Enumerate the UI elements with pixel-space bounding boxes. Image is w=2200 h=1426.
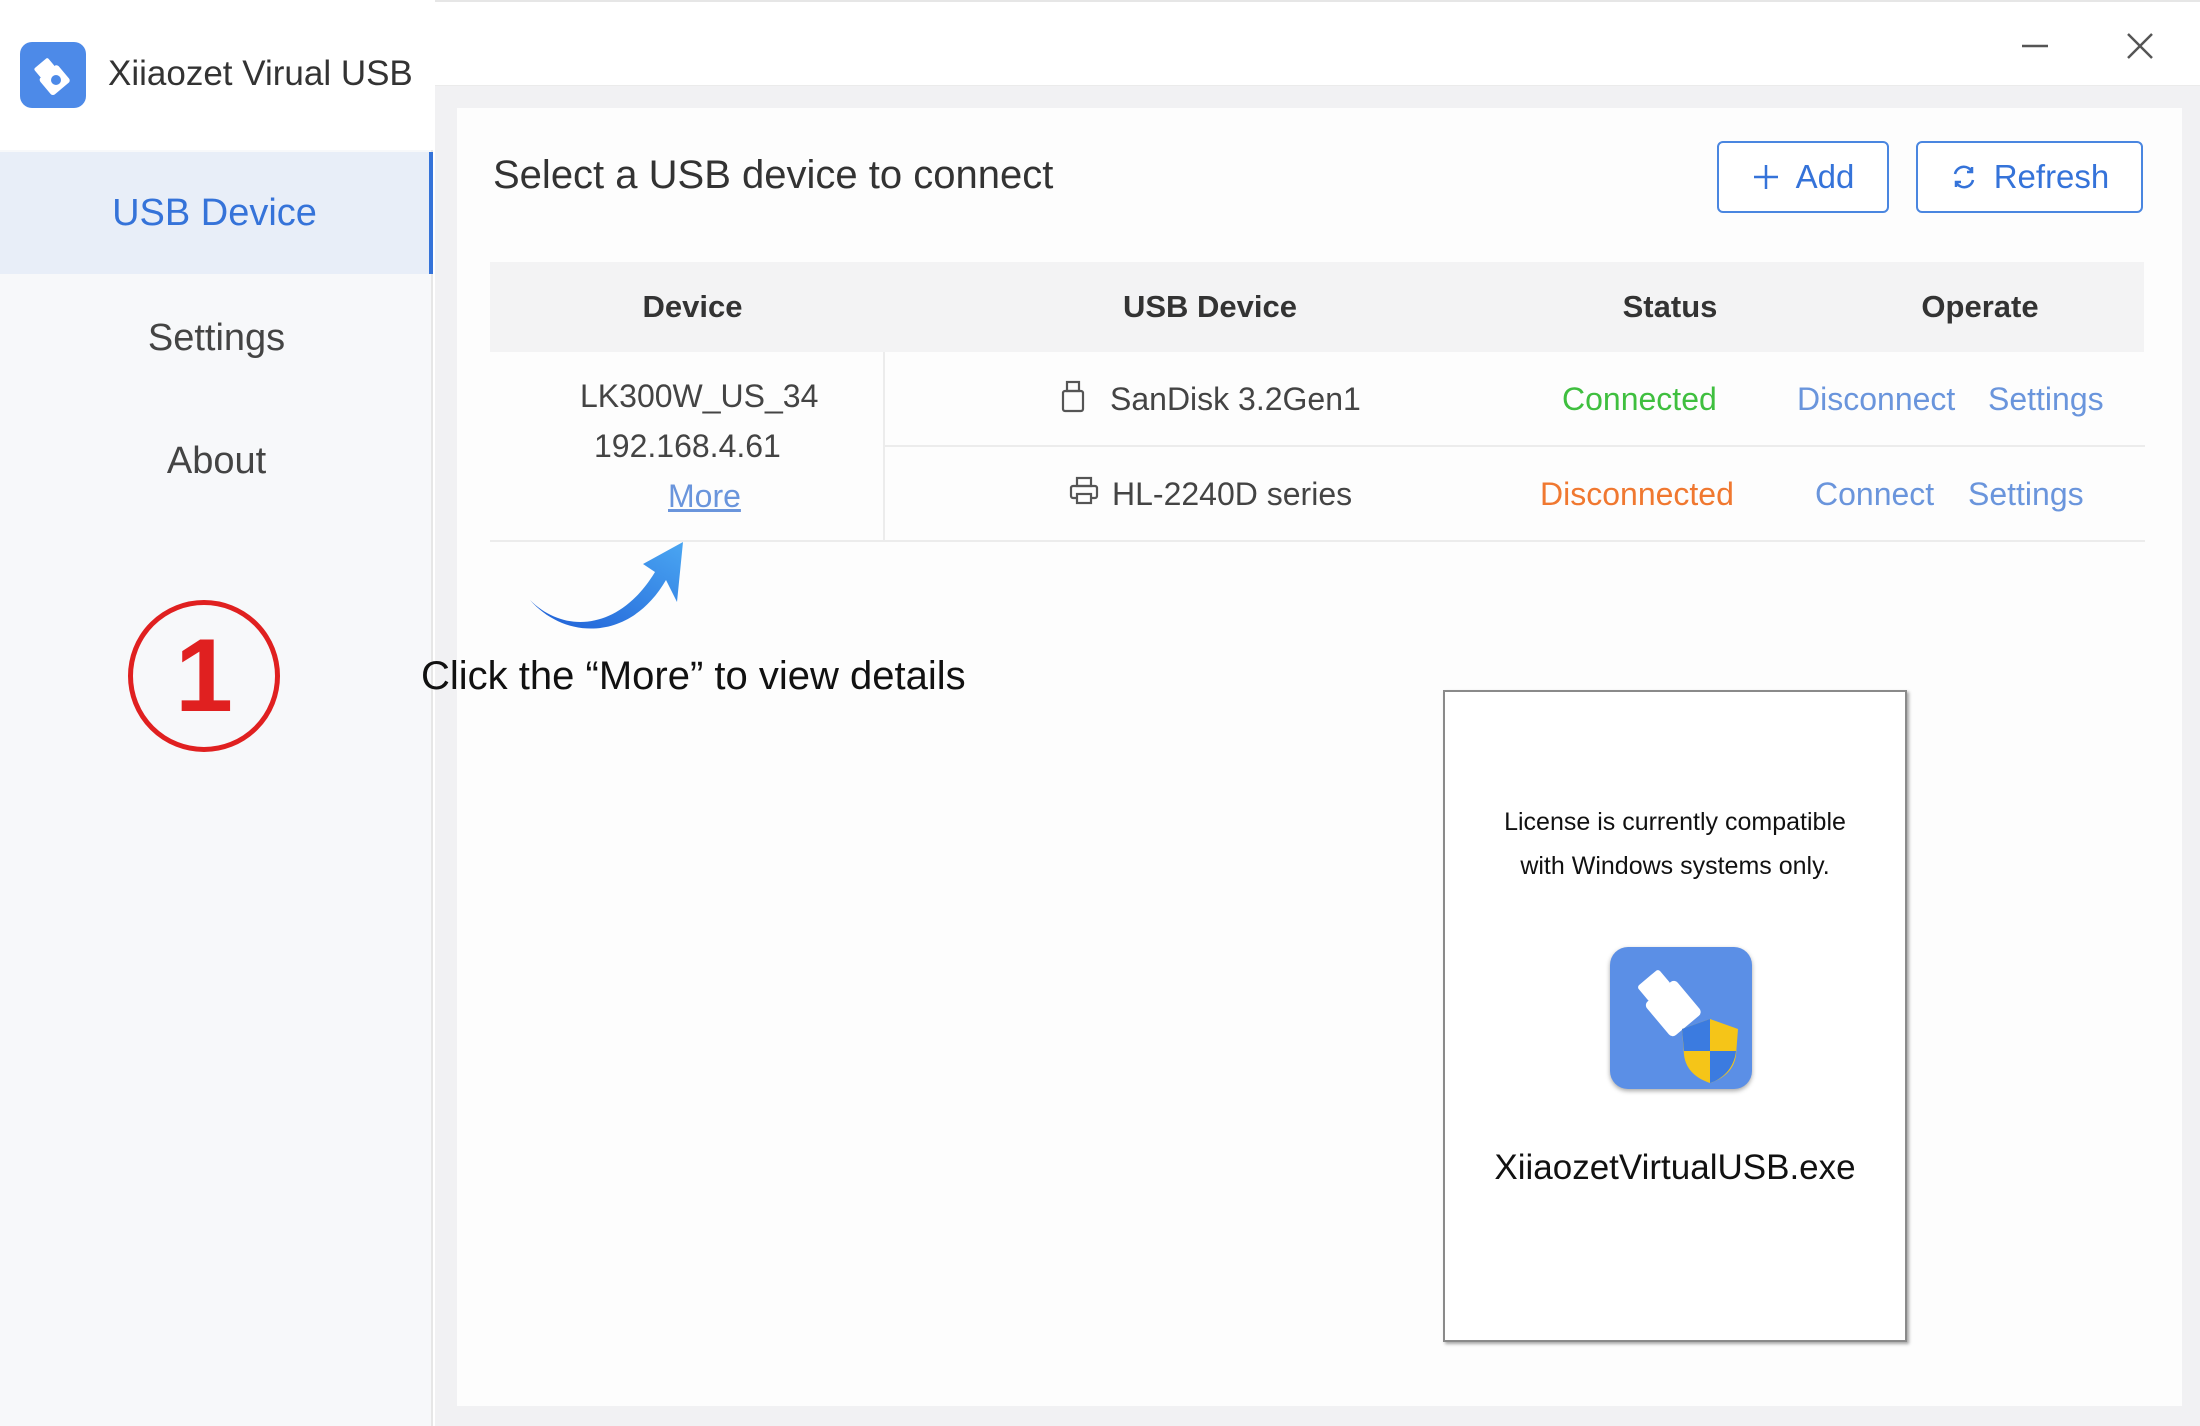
add-button-label: Add	[1795, 158, 1855, 195]
curved-arrow-icon	[530, 542, 683, 629]
disconnect-link[interactable]: Disconnect	[1797, 381, 1955, 418]
status-badge: Disconnected	[1540, 476, 1734, 512]
usb-drive-icon	[1061, 380, 1085, 413]
sidebar: Xiiaozet Virual USB USB Device Settings …	[0, 0, 433, 1426]
settings-link[interactable]: Settings	[1968, 476, 2084, 513]
device-ip: 192.168.4.61	[594, 428, 781, 464]
add-button[interactable]: Add	[1717, 141, 1889, 213]
hint-text: Click the “More” to view details	[421, 654, 966, 698]
exe-filename: XiiaozetVirtualUSB.exe	[1494, 1148, 1856, 1187]
page-title: Select a USB device to connect	[493, 153, 1054, 197]
license-card: License is currently compatible with Win…	[1443, 690, 1907, 1342]
plus-icon	[1753, 165, 1778, 189]
minimize-button[interactable]	[2005, 16, 2065, 76]
refresh-icon	[1953, 165, 1974, 189]
app-icon	[1610, 947, 1752, 1089]
column-divider	[883, 352, 885, 542]
column-header-usb-device: USB Device	[1122, 289, 1298, 324]
app-logo-icon	[20, 42, 86, 108]
connect-link[interactable]: Connect	[1815, 476, 1934, 513]
column-header-device: Device	[642, 289, 743, 324]
sidebar-item-label: About	[166, 439, 267, 482]
license-text-line-1: License is currently compatible	[1504, 808, 1846, 836]
more-link[interactable]: More	[668, 478, 741, 515]
close-icon	[2127, 33, 2153, 59]
table-header: Device USB Device Status Operate	[490, 262, 2144, 352]
printer-icon	[1069, 476, 1099, 505]
license-text-line-2: with Windows systems only.	[1520, 852, 1830, 880]
usb-device-name: SanDisk 3.2Gen1	[1110, 381, 1361, 417]
row-divider	[490, 540, 2145, 542]
app-header: Xiiaozet Virual USB	[0, 0, 433, 150]
sidebar-item-usb-device[interactable]: USB Device	[0, 152, 433, 274]
sidebar-item-label: USB Device	[112, 191, 317, 234]
row-divider	[885, 445, 2145, 447]
minimize-icon	[2022, 44, 2048, 48]
column-header-status: Status	[1622, 289, 1718, 324]
column-header-operate: Operate	[1921, 289, 2039, 324]
app-title: Xiiaozet Virual USB	[108, 54, 413, 93]
usb-shield-icon	[1638, 970, 1738, 1083]
step-number-badge: 1	[128, 600, 280, 752]
device-name: LK300W_US_34	[580, 378, 819, 414]
step-number: 1	[175, 618, 233, 734]
title-bar	[435, 0, 2200, 86]
sidebar-item-label: Settings	[147, 316, 286, 359]
close-button[interactable]	[2110, 16, 2170, 76]
refresh-button[interactable]: Refresh	[1916, 141, 2143, 213]
settings-link[interactable]: Settings	[1988, 381, 2104, 418]
sidebar-item-about[interactable]: About	[0, 400, 433, 522]
refresh-button-label: Refresh	[1993, 158, 2110, 195]
usb-device-name: HL-2240D series	[1112, 476, 1353, 512]
status-badge: Connected	[1562, 381, 1717, 417]
sidebar-item-settings[interactable]: Settings	[0, 277, 433, 399]
